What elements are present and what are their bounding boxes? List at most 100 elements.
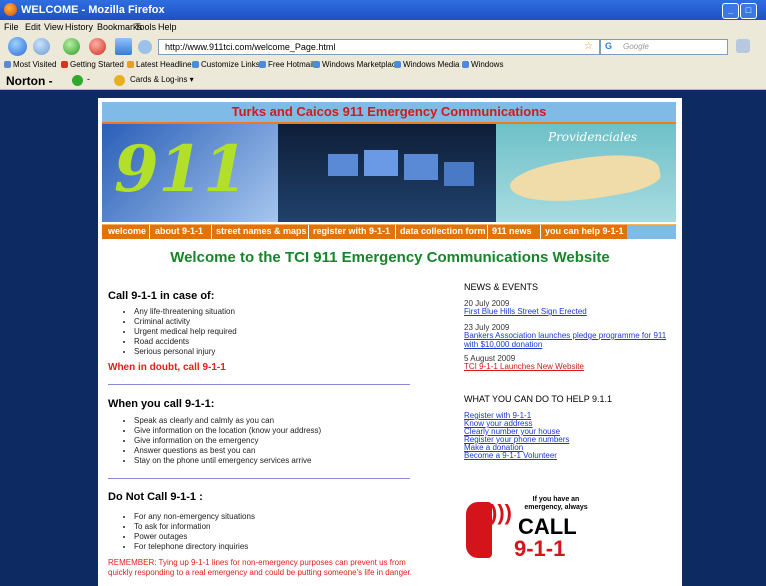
window-title: WELCOME - Mozilla Firefox xyxy=(21,4,165,16)
call-small-text: If you have an emergency, always xyxy=(524,496,588,511)
cards-logins-menu[interactable]: Cards & Log-ins ▾ xyxy=(130,75,194,84)
title-bar: WELCOME - Mozilla Firefox _ □ xyxy=(0,0,766,20)
list-item: Power outages xyxy=(134,532,255,542)
call-number-text: 9-1-1 xyxy=(514,536,566,561)
list-item: To ask for information xyxy=(134,522,255,532)
minimize-button[interactable]: _ xyxy=(722,3,739,19)
bookmark-icon xyxy=(313,61,320,68)
bookmark-icon xyxy=(192,61,199,68)
bookmark-icon xyxy=(4,61,11,68)
menu-file[interactable]: File xyxy=(4,22,19,32)
help-heading: WHAT YOU CAN DO TO HELP 9.1.1 xyxy=(464,394,613,404)
forward-button[interactable] xyxy=(33,38,50,55)
news-link[interactable]: First Blue Hills Street Sign Erected xyxy=(464,307,674,316)
search-input[interactable]: G Google xyxy=(600,39,728,55)
donot-list: For any non-emergency situations To ask … xyxy=(120,512,255,552)
web-page: Turks and Caicos 911 Emergency Communica… xyxy=(98,98,682,586)
banner-map-image: Providenciales xyxy=(496,124,676,222)
maximize-button[interactable]: □ xyxy=(740,3,757,19)
when-heading: When you call 9-1-1: xyxy=(108,398,215,410)
nav-street-names[interactable]: street names & maps xyxy=(216,226,307,236)
bookmarks-toolbar: Most Visited Getting Started Latest Head… xyxy=(0,58,766,72)
call-heading: Call 9-1-1 in case of: xyxy=(108,290,215,302)
bookmark-icon xyxy=(462,61,469,68)
list-item: For any non-emergency situations xyxy=(134,512,255,522)
list-item: Give information on the location (know y… xyxy=(134,426,321,436)
help-link-volunteer[interactable]: Become a 9-1-1 Volunteer xyxy=(464,451,674,460)
bookmark-most-visited[interactable]: Most Visited xyxy=(4,60,56,69)
list-item: Criminal activity xyxy=(134,317,237,327)
menu-view[interactable]: View xyxy=(44,22,63,32)
list-item: Road accidents xyxy=(134,337,237,347)
navigation-toolbar: http://www.911tci.com/welcome_Page.html … xyxy=(0,35,766,59)
news-link[interactable]: TCI 9-1-1 Launches New Website xyxy=(464,362,674,371)
site-banner: 911 Providenciales xyxy=(102,124,676,222)
list-item: Stay on the phone until emergency servic… xyxy=(134,456,321,466)
address-text: http://www.911tci.com/welcome_Page.html xyxy=(165,42,336,52)
site-nav: welcome about 9-1-1 street names & maps … xyxy=(102,224,676,239)
bookmark-windows[interactable]: Windows xyxy=(462,60,503,69)
banner-911-text: 911 xyxy=(114,132,248,207)
norton-label[interactable]: Norton - xyxy=(6,74,53,88)
nav-you-can-help[interactable]: you can help 9-1-1 xyxy=(545,226,624,236)
nav-data-collection[interactable]: data collection form xyxy=(400,226,486,236)
bookmark-latest-headlines[interactable]: Latest Headlines xyxy=(127,60,196,69)
back-button[interactable] xyxy=(8,37,27,56)
donot-heading: Do Not Call 9-1-1 : xyxy=(108,491,203,503)
nav-911-news[interactable]: 911 news xyxy=(492,226,532,236)
firefox-icon xyxy=(4,3,17,16)
divider xyxy=(108,384,410,385)
banner-dispatch-image xyxy=(278,124,496,222)
menu-tools[interactable]: Tools xyxy=(135,22,156,32)
search-go-icon[interactable] xyxy=(736,39,750,53)
when-list: Speak as clearly and calmly as you can G… xyxy=(120,416,321,466)
page-icon xyxy=(138,40,152,54)
map-label: Providenciales xyxy=(548,130,637,144)
sound-waves-icon: ))) xyxy=(490,500,512,525)
list-item: Give information on the emergency xyxy=(134,436,321,446)
rss-icon xyxy=(127,61,134,68)
address-bar[interactable]: http://www.911tci.com/welcome_Page.html … xyxy=(158,39,600,55)
phone-icon xyxy=(466,502,492,558)
bookmark-star-icon[interactable]: ☆ xyxy=(584,41,593,52)
menu-edit[interactable]: Edit xyxy=(25,22,41,32)
menu-history[interactable]: History xyxy=(65,22,93,32)
bookmark-windows-marketplace[interactable]: Windows Marketplace xyxy=(313,60,400,69)
bookmark-getting-started[interactable]: Getting Started xyxy=(61,60,124,69)
list-item: Speak as clearly and calmly as you can xyxy=(134,416,321,426)
check-icon[interactable] xyxy=(72,75,83,86)
bookmark-icon xyxy=(394,61,401,68)
remember-text: REMEMBER: Tying up 9-1-1 lines for non-e… xyxy=(108,558,412,577)
bookmark-icon xyxy=(259,61,266,68)
menu-bar: File Edit View History Bookmarks Tools H… xyxy=(0,20,766,35)
news-link[interactable]: Bankers Association launches pledge prog… xyxy=(464,331,674,349)
search-placeholder: Google xyxy=(623,42,649,51)
bookmark-customize-links[interactable]: Customize Links xyxy=(192,60,260,69)
call-911-graphic: ))) If you have an emergency, always CAL… xyxy=(460,492,600,572)
nav-welcome[interactable]: welcome xyxy=(108,226,146,236)
cards-icon xyxy=(114,75,125,86)
list-item: Any life-threatening situation xyxy=(134,307,237,317)
call-list: Any life-threatening situation Criminal … xyxy=(120,307,237,357)
list-item: For telephone directory inquiries xyxy=(134,542,255,552)
stop-button[interactable] xyxy=(89,38,106,55)
news-heading: NEWS & EVENTS xyxy=(464,282,539,292)
norton-toolbar: Norton - - Cards & Log-ins ▾ xyxy=(0,72,766,90)
list-item: Answer questions as best you can xyxy=(134,446,321,456)
google-icon: G xyxy=(605,41,613,51)
menu-help[interactable]: Help xyxy=(158,22,177,32)
list-item: Urgent medical help required xyxy=(134,327,237,337)
firefox-icon xyxy=(61,61,68,68)
reload-button[interactable] xyxy=(63,38,80,55)
divider xyxy=(108,478,410,479)
doubt-text: When in doubt, call 9-1-1 xyxy=(108,362,226,373)
nav-register[interactable]: register with 9-1-1 xyxy=(313,226,390,236)
bookmark-free-hotmail[interactable]: Free Hotmail xyxy=(259,60,314,69)
home-icon[interactable] xyxy=(115,38,132,55)
banner-911-image: 911 xyxy=(102,124,278,222)
bookmark-windows-media[interactable]: Windows Media xyxy=(394,60,459,69)
nav-about[interactable]: about 9-1-1 xyxy=(155,226,203,236)
welcome-heading: Welcome to the TCI 911 Emergency Communi… xyxy=(170,249,610,266)
list-item: Serious personal injury xyxy=(134,347,237,357)
site-header: Turks and Caicos 911 Emergency Communica… xyxy=(102,102,676,124)
